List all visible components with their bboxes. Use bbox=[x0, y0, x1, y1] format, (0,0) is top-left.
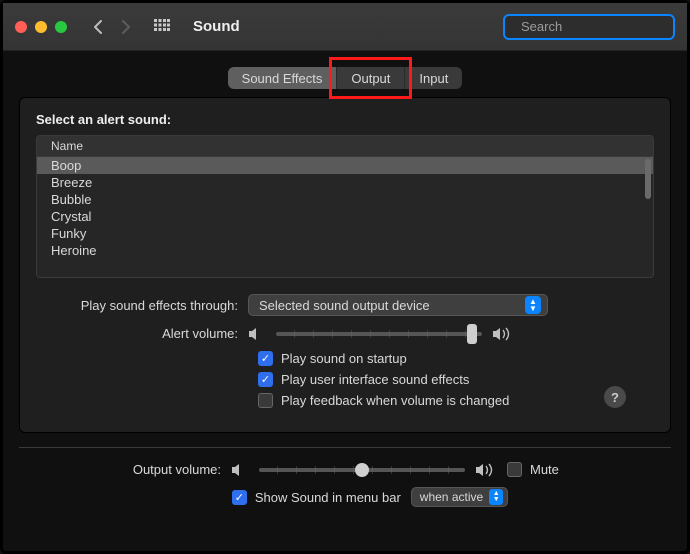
tab-output[interactable]: Output bbox=[337, 67, 404, 89]
output-volume-label: Output volume: bbox=[19, 462, 231, 477]
show-all-button[interactable] bbox=[151, 16, 173, 38]
speaker-high-icon bbox=[492, 327, 510, 341]
chevron-up-down-icon: ▲▼ bbox=[489, 489, 503, 505]
menubar-label: Show Sound in menu bar bbox=[255, 490, 401, 505]
scrollbar-thumb[interactable] bbox=[645, 159, 651, 199]
tab-input[interactable]: Input bbox=[405, 67, 462, 89]
mute-label: Mute bbox=[530, 462, 559, 477]
alert-row[interactable]: Crystal bbox=[37, 208, 653, 225]
minimize-window-button[interactable] bbox=[35, 21, 47, 33]
volume-feedback-label: Play feedback when volume is changed bbox=[281, 393, 509, 408]
slider-thumb[interactable] bbox=[467, 324, 477, 344]
alert-row[interactable]: Heroine bbox=[37, 242, 653, 259]
window-toolbar: Sound bbox=[3, 3, 687, 51]
alert-row[interactable]: Boop bbox=[37, 157, 653, 174]
alert-row[interactable]: Breeze bbox=[37, 174, 653, 191]
output-volume-slider[interactable] bbox=[231, 463, 493, 477]
alert-sound-list[interactable]: Name Boop Breeze Bubble Crystal Funky He… bbox=[36, 135, 654, 278]
search-input[interactable] bbox=[519, 18, 690, 35]
play-through-label: Play sound effects through: bbox=[36, 298, 248, 313]
alerts-heading: Select an alert sound: bbox=[36, 112, 654, 127]
volume-feedback-checkbox[interactable] bbox=[258, 393, 273, 408]
startup-sound-checkbox[interactable]: ✓ bbox=[258, 351, 273, 366]
close-window-button[interactable] bbox=[15, 21, 27, 33]
play-through-value: Selected sound output device bbox=[259, 298, 430, 313]
search-field[interactable] bbox=[503, 14, 675, 40]
menubar-mode-popup[interactable]: when active ▲▼ bbox=[411, 487, 508, 507]
window-title: Sound bbox=[193, 18, 240, 35]
alert-list-column: Name bbox=[37, 136, 653, 157]
ui-sounds-label: Play user interface sound effects bbox=[281, 372, 469, 387]
chevron-up-down-icon: ▲▼ bbox=[525, 296, 541, 314]
menubar-mode-value: when active bbox=[420, 490, 483, 504]
alert-row[interactable]: Funky bbox=[37, 225, 653, 242]
speaker-low-icon bbox=[248, 327, 266, 341]
tab-sound-effects[interactable]: Sound Effects bbox=[228, 67, 337, 89]
mute-checkbox[interactable] bbox=[507, 462, 522, 477]
speaker-low-icon bbox=[231, 463, 249, 477]
tabs: Sound Effects Output Input bbox=[228, 67, 463, 89]
sound-effects-panel: Select an alert sound: Name Boop Breeze … bbox=[19, 97, 671, 433]
nav-buttons bbox=[87, 16, 137, 38]
speaker-high-icon bbox=[475, 463, 493, 477]
slider-thumb[interactable] bbox=[355, 463, 369, 477]
ui-sounds-checkbox[interactable]: ✓ bbox=[258, 372, 273, 387]
back-button[interactable] bbox=[87, 16, 109, 38]
zoom-window-button[interactable] bbox=[55, 21, 67, 33]
help-button[interactable]: ? bbox=[604, 386, 626, 408]
alert-volume-slider[interactable] bbox=[248, 327, 510, 341]
startup-sound-label: Play sound on startup bbox=[281, 351, 407, 366]
traffic-lights bbox=[15, 21, 67, 33]
alert-row[interactable]: Bubble bbox=[37, 191, 653, 208]
menubar-checkbox[interactable]: ✓ bbox=[232, 490, 247, 505]
play-through-popup[interactable]: Selected sound output device ▲▼ bbox=[248, 294, 548, 316]
alert-volume-label: Alert volume: bbox=[36, 326, 248, 341]
forward-button[interactable] bbox=[115, 16, 137, 38]
